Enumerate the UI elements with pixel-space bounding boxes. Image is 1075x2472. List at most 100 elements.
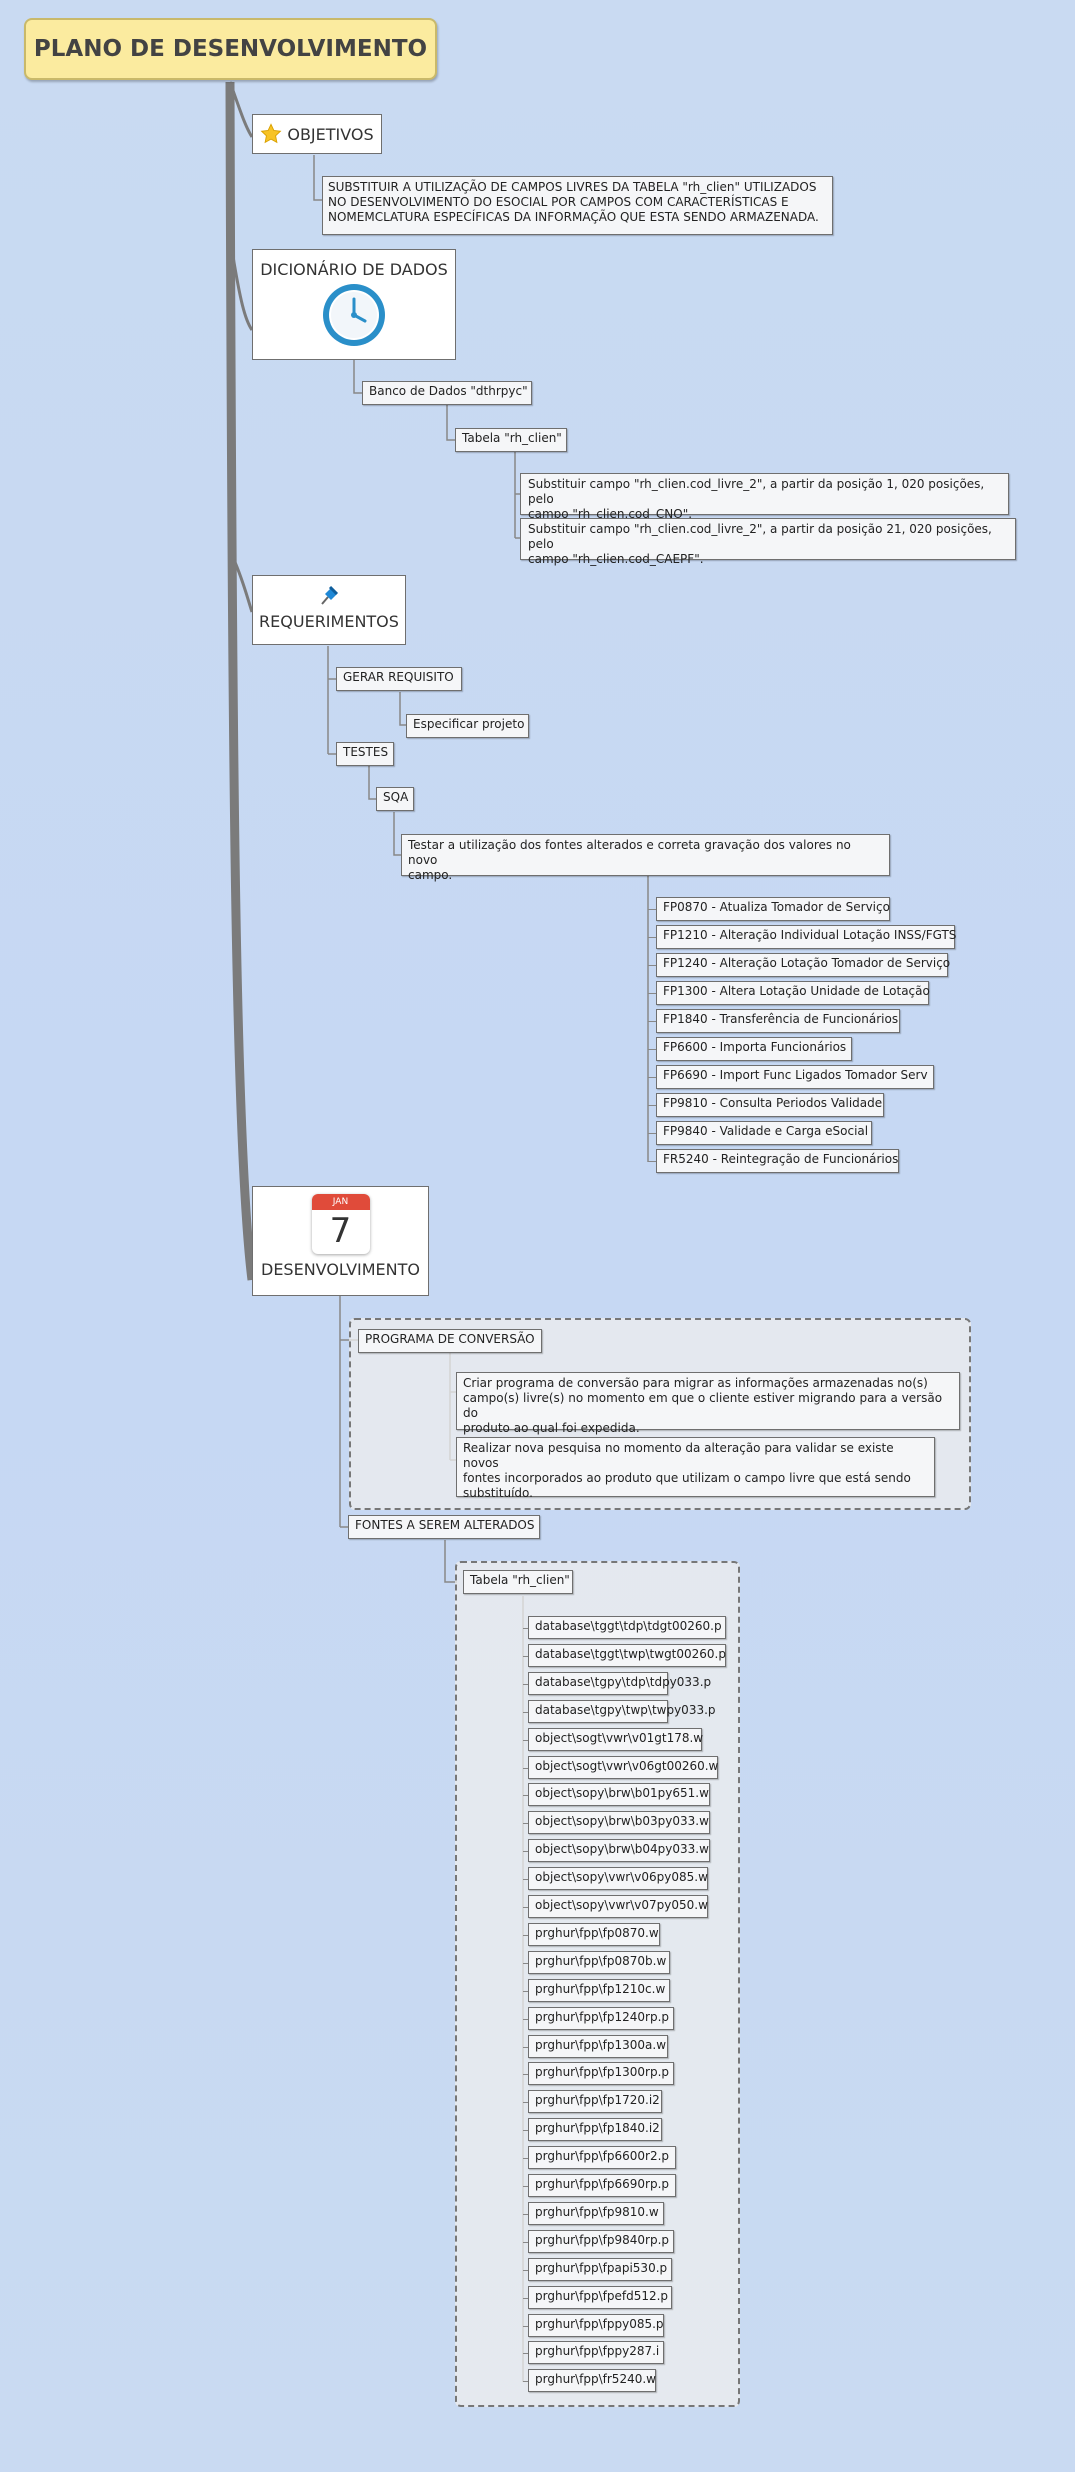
file-item[interactable]: prghur\fpp\fp0870b.w [528,1950,670,1974]
file-connector [523,1683,528,1685]
file-label: prghur\fpp\fp0870.w [535,1925,659,1940]
testar-node[interactable]: Testar a utilização dos fontes alterados… [401,834,890,882]
desenvolvimento-title: DESENVOLVIMENTO [261,1260,420,1279]
file-item[interactable]: prghur\fpp\fr5240.w [528,2369,656,2393]
desenvolvimento-topic[interactable]: JAN 7 DESENVOLVIMENTO [252,1186,429,1296]
fontes-tabela-label: Tabela "rh_clien" [470,1573,570,1587]
banco-node[interactable]: Banco de Dados "dthrpyc" [362,381,532,405]
program-item[interactable]: FP1210 - Alteração Individual Lotação IN… [656,925,957,949]
fontes-label: FONTES A SEREM ALTERADOS [355,1518,535,1532]
file-label: prghur\fpp\fppy085.p [535,2316,664,2331]
file-item[interactable]: prghur\fpp\fp6690rp.p [528,2174,676,2197]
file-item[interactable]: object\sogt\vwr\v06gt00260.w [528,1755,718,1779]
program-item[interactable]: FP0870 - Atualiza Tomador de Serviço [656,897,890,921]
criar-node[interactable]: Criar programa de conversão para migrar … [456,1372,960,1435]
program-item[interactable]: FP9810 - Consulta Periodos Validade [656,1093,884,1117]
programa-node[interactable]: PROGRAMA DE CONVERSÃO [358,1329,542,1353]
file-connector [523,2158,528,2160]
file-item[interactable]: object\sopy\vwr\v06py085.w [528,1867,708,1891]
file-item[interactable]: database\tgpy\tdp\tdpy033.p [528,1671,711,1695]
root-topic[interactable]: PLANO DE DESENVOLVIMENTO [24,18,437,80]
file-item[interactable]: database\tggt\tdp\tdgt00260.p [528,1616,726,1639]
file-item[interactable]: database\tgpy\twp\twpy033.p [528,1699,716,1723]
file-item[interactable]: object\sopy\brw\b04py033.w [528,1839,710,1863]
program-label: FP0870 - Atualiza Tomador de Serviço [663,900,890,914]
file-item[interactable]: object\sopy\vwr\v07py050.w [528,1895,708,1918]
fontes-tabela-node[interactable]: Tabela "rh_clien" [463,1570,573,1594]
program-label: FP9840 - Validade e Carga eSocial [663,1124,869,1138]
file-connector [523,1655,528,1657]
program-item[interactable]: FP1240 - Alteração Lotação Tomador de Se… [656,953,950,977]
fontes-node[interactable]: FONTES A SEREM ALTERADOS [348,1515,540,1539]
file-connector [523,2269,528,2271]
program-connector [648,1161,656,1162]
program-connector [648,1105,656,1106]
program-connector [648,937,656,938]
dicionario-topic[interactable]: DICIONÁRIO DE DADOS [252,249,456,360]
file-item[interactable]: object\sogt\vwr\v01gt178.w [528,1727,704,1751]
program-item[interactable]: FP6600 - Importa Funcionários [656,1037,852,1061]
objetivos-line: NO DESENVOLVIMENTO DO ESOCIAL POR CAMPOS… [328,195,789,209]
program-connector [648,965,656,966]
especificar-label: Especificar projeto [413,717,525,731]
program-item[interactable]: FP1840 - Transferência de Funcionários [656,1009,900,1033]
file-label: prghur\fpp\fp9840rp.p [535,2232,670,2247]
file-connector [523,2130,528,2132]
file-connector [523,1739,528,1741]
file-item[interactable]: prghur\fpp\fpapi530.p [528,2257,672,2281]
objetivos-topic[interactable]: OBJETIVOS [252,114,382,154]
program-connector [648,1049,656,1050]
file-item[interactable]: prghur\fpp\fpefd512.p [528,2285,672,2309]
file-item[interactable]: prghur\fpp\fp9810.w [528,2201,664,2225]
file-item[interactable]: prghur\fpp\fppy287.i [528,2341,664,2365]
file-label: prghur\fpp\fp1300rp.p [535,2065,670,2080]
file-item[interactable]: prghur\fpp\fp1840.i2 [528,2118,662,2142]
subst1-node[interactable]: Substituir campo "rh_clien.cod_livre_2",… [520,473,1009,521]
file-item[interactable]: prghur\fpp\fp1240rp.p [528,2006,674,2030]
subst1-line: Substituir campo "rh_clien.cod_livre_2",… [528,477,985,506]
realizar-line: substituído. [463,1486,533,1500]
file-item[interactable]: database\tggt\twp\twgt00260.p [528,1643,726,1667]
file-item[interactable]: prghur\fpp\fp1720.i2 [528,2090,662,2114]
program-label: FP1300 - Altera Lotação Unidade de Lotaç… [663,984,930,998]
file-label: prghur\fpp\fppy287.i [535,2344,660,2359]
program-item[interactable]: FP9840 - Validade e Carga eSocial [656,1121,872,1145]
programa-label: PROGRAMA DE CONVERSÃO [365,1332,535,1346]
requerimentos-title: REQUERIMENTOS [259,612,399,631]
file-item[interactable]: prghur\fpp\fp1300rp.p [528,2062,674,2086]
program-item[interactable]: FR5240 - Reintegração de Funcionários [656,1149,899,1173]
objetivos-text[interactable]: SUBSTITUIR A UTILIZAÇÃO DE CAMPOS LIVRES… [322,176,833,235]
file-item[interactable]: prghur\fpp\fp0870.w [528,1922,660,1946]
realizar-node[interactable]: Realizar nova pesquisa no momento da alt… [456,1437,935,1500]
file-item[interactable]: prghur\fpp\fp1300a.w [528,2034,668,2058]
file-connector [523,1962,528,1964]
objetivos-title: OBJETIVOS [287,124,374,144]
gerar-node[interactable]: GERAR REQUISITO [336,667,462,691]
subst2-node[interactable]: Substituir campo "rh_clien.cod_livre_2",… [520,518,1016,566]
dic-tabela-label: Tabela "rh_clien" [462,431,562,445]
file-item[interactable]: prghur\fpp\fp6600r2.p [528,2146,676,2170]
objetivos-line: NOMEMCLATURA ESPECÍFICAS DA INFORMAÇÃO Q… [328,210,819,224]
file-label: prghur\fpp\fp6690rp.p [535,2177,670,2191]
file-connector [523,2018,528,2020]
dic-tabela-node[interactable]: Tabela "rh_clien" [455,428,567,452]
file-label: object\sogt\vwr\v01gt178.w [535,1730,704,1745]
sqa-node[interactable]: SQA [376,787,414,811]
program-item[interactable]: FP1300 - Altera Lotação Unidade de Lotaç… [656,981,930,1005]
dicionario-title: DICIONÁRIO DE DADOS [260,260,448,279]
file-item[interactable]: prghur\fpp\fp9840rp.p [528,2229,674,2253]
file-item[interactable]: prghur\fpp\fppy085.p [528,2313,664,2337]
program-label: FP1210 - Alteração Individual Lotação IN… [663,928,957,942]
requerimentos-topic[interactable]: REQUERIMENTOS [252,575,406,645]
file-item[interactable]: object\sopy\brw\b03py033.w [528,1811,710,1835]
file-item[interactable]: prghur\fpp\fp1210c.w [528,1978,670,2002]
program-item[interactable]: FP6690 - Import Func Ligados Tomador Ser… [656,1065,934,1089]
file-connector [523,2297,528,2299]
criar-line: campo(s) livre(s) no momento em que o cl… [463,1391,943,1420]
testar-line: Testar a utilização dos fontes alterados… [408,838,851,867]
testes-node[interactable]: TESTES [336,742,394,766]
file-item[interactable]: object\sopy\brw\b01py651.w [528,1783,710,1807]
especificar-node[interactable]: Especificar projeto [406,714,529,738]
objetivos-line: SUBSTITUIR A UTILIZAÇÃO DE CAMPOS LIVRES… [328,180,817,194]
pushpin-icon [321,585,339,605]
